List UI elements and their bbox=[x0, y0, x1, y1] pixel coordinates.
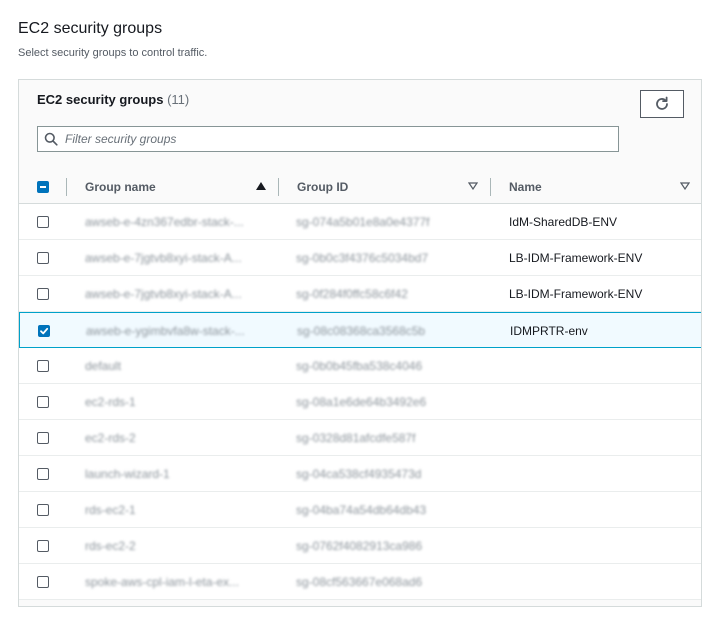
row-checkbox[interactable] bbox=[37, 252, 49, 264]
group-name-cell: default bbox=[85, 359, 122, 373]
sort-unsorted-icon[interactable] bbox=[468, 182, 478, 190]
group-id-cell: sg-08c08368ca3568c5b bbox=[297, 324, 426, 338]
table-row[interactable]: awseb-e-7jgtvb8xyi-stack-A... sg-0f284f0… bbox=[19, 276, 701, 312]
table-row[interactable]: default sg-0b0b45fba538c4046 bbox=[19, 348, 701, 384]
group-id-cell: sg-0b0b45fba538c4046 bbox=[296, 359, 423, 373]
table-header: Group name Group ID Name bbox=[19, 170, 701, 204]
row-checkbox[interactable] bbox=[37, 216, 49, 228]
column-divider[interactable] bbox=[278, 178, 279, 196]
sort-ascending-icon[interactable] bbox=[256, 182, 266, 190]
page-title: EC2 security groups bbox=[18, 20, 163, 37]
group-name-cell: rds-ec2-1 bbox=[85, 503, 136, 517]
checkmark-icon bbox=[40, 327, 49, 335]
panel-title-text: EC2 security groups bbox=[37, 92, 164, 107]
group-id-cell: sg-08a1e6de64b3492e6 bbox=[296, 395, 427, 409]
table-row[interactable]: spoke-aws-cpl-iam-l-eta-ex... sg-08cf563… bbox=[19, 564, 701, 600]
group-name-cell: rds-ec2-2 bbox=[85, 539, 136, 553]
column-header-name[interactable]: Name bbox=[509, 180, 542, 194]
table-row[interactable]: rds-ec2-1 sg-04ba74a54db64db43 bbox=[19, 492, 701, 528]
name-cell: LB-IDM-Framework-ENV bbox=[509, 251, 643, 265]
group-id-cell: sg-0f284f0ffc58c6f42 bbox=[296, 287, 408, 301]
group-name-cell: awseb-e-7jgtvb8xyi-stack-A... bbox=[85, 287, 242, 301]
row-checkbox[interactable] bbox=[37, 504, 49, 516]
group-id-cell: sg-04ca538cf4935473d bbox=[296, 467, 422, 481]
group-id-cell: sg-0328d81afcdfe587f bbox=[296, 431, 416, 445]
group-id-cell: sg-04ba74a54db64db43 bbox=[296, 503, 427, 517]
group-name-cell: awseb-e-ygimbvfa8w-stack-... bbox=[86, 324, 245, 338]
filter-field[interactable] bbox=[37, 126, 619, 152]
name-cell: IdM-SharedDB-ENV bbox=[509, 215, 618, 229]
security-groups-panel: EC2 security groups (11) Group name Grou… bbox=[18, 79, 702, 607]
row-checkbox[interactable] bbox=[37, 540, 49, 552]
table-row[interactable]: awseb-e-4zn367edbr-stack-... sg-074a5b01… bbox=[19, 204, 701, 240]
table-row-selected[interactable]: awseb-e-ygimbvfa8w-stack-... sg-08c08368… bbox=[19, 312, 701, 348]
filter-security-groups-input[interactable] bbox=[65, 127, 615, 151]
table-row[interactable]: ec2-rds-1 sg-08a1e6de64b3492e6 bbox=[19, 384, 701, 420]
group-name-cell: ec2-rds-2 bbox=[85, 431, 136, 445]
group-id-cell: sg-08cf563667e068ad6 bbox=[296, 575, 423, 589]
group-id-cell: sg-074a5b01e8a0e4377f bbox=[296, 215, 430, 229]
column-divider[interactable] bbox=[490, 178, 491, 196]
sort-unsorted-icon[interactable] bbox=[680, 182, 690, 190]
refresh-button[interactable] bbox=[640, 90, 684, 118]
page-description: Select security groups to control traffi… bbox=[18, 47, 208, 59]
table-row[interactable]: ec2-rds-2 sg-0328d81afcdfe587f bbox=[19, 420, 701, 456]
refresh-icon bbox=[656, 96, 668, 110]
select-all-checkbox[interactable] bbox=[37, 181, 49, 193]
table-row[interactable]: awseb-e-7jgtvb8xyi-stack-A... sg-0b0c3f4… bbox=[19, 240, 701, 276]
group-name-cell: awseb-e-7jgtvb8xyi-stack-A... bbox=[85, 251, 242, 265]
row-checkbox[interactable] bbox=[37, 396, 49, 408]
column-header-group-name[interactable]: Group name bbox=[85, 180, 156, 194]
table-row[interactable]: launch-wizard-1 sg-04ca538cf4935473d bbox=[19, 456, 701, 492]
table-row[interactable]: rds-ec2-2 sg-0762f4082913ca986 bbox=[19, 528, 701, 564]
group-name-cell: ec2-rds-1 bbox=[85, 395, 136, 409]
name-cell: IDMPRTR-env bbox=[510, 324, 588, 338]
group-name-cell: launch-wizard-1 bbox=[85, 467, 170, 481]
group-name-cell: awseb-e-4zn367edbr-stack-... bbox=[85, 215, 244, 229]
search-icon bbox=[44, 132, 58, 146]
row-checkbox[interactable] bbox=[37, 288, 49, 300]
group-id-cell: sg-0b0c3f4376c5034bd7 bbox=[296, 251, 429, 265]
row-checkbox-checked[interactable] bbox=[38, 325, 50, 337]
row-checkbox[interactable] bbox=[37, 576, 49, 588]
group-name-cell: spoke-aws-cpl-iam-l-eta-ex... bbox=[85, 575, 240, 589]
name-cell: LB-IDM-Framework-ENV bbox=[509, 287, 643, 301]
row-checkbox[interactable] bbox=[37, 468, 49, 480]
column-header-group-id[interactable]: Group ID bbox=[297, 180, 348, 194]
group-id-cell: sg-0762f4082913ca986 bbox=[296, 539, 423, 553]
panel-title: EC2 security groups (11) bbox=[37, 92, 189, 107]
row-checkbox[interactable] bbox=[37, 432, 49, 444]
column-divider bbox=[66, 178, 67, 196]
row-checkbox[interactable] bbox=[37, 360, 49, 372]
group-count: (11) bbox=[167, 92, 190, 107]
